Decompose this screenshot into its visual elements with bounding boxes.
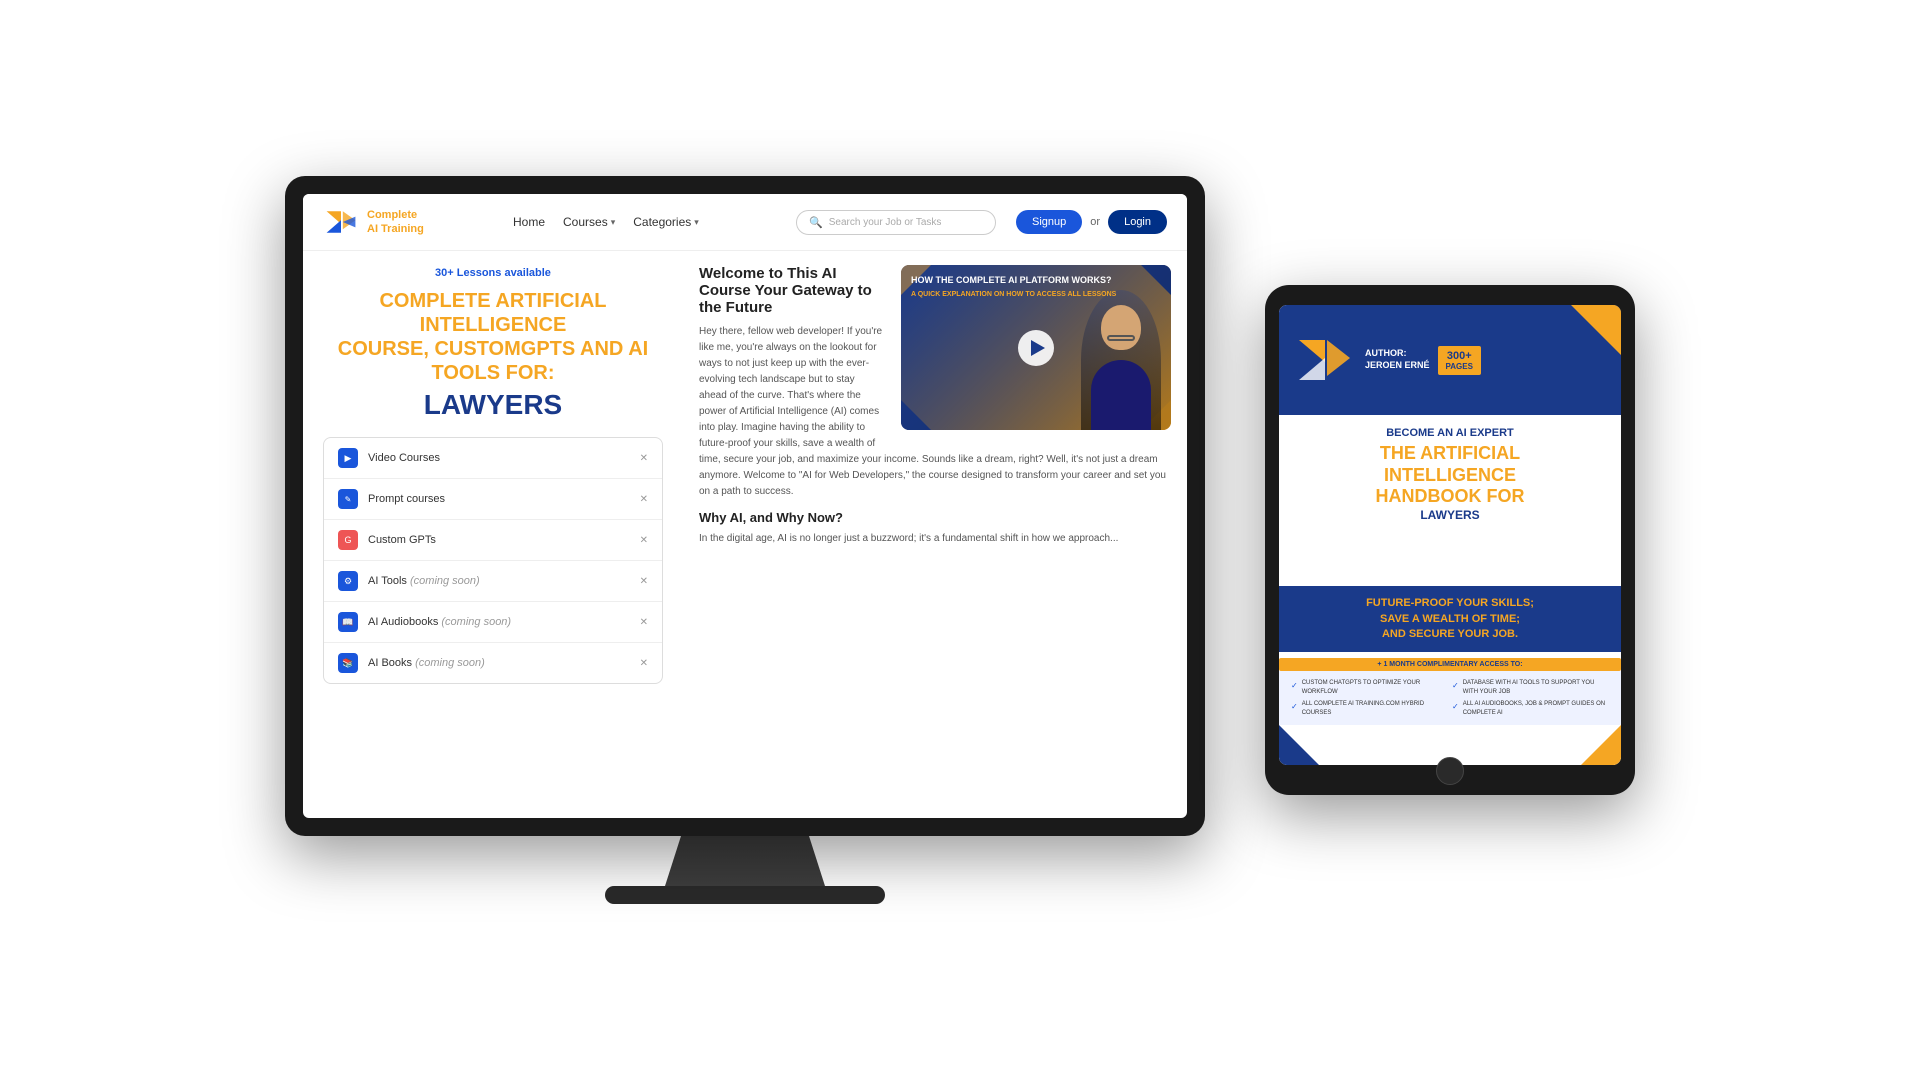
close-icon[interactable]: ✕ (640, 576, 648, 587)
content-heading2: Why AI, and Why Now? (699, 510, 1171, 525)
course-list: ▶ Video Courses ✕ ✎ Prompt courses (323, 437, 663, 684)
video-title: HOW THE COMPLETE AI PLATFORM WORKS? (911, 275, 1116, 287)
monitor-body: Complete AI Training Home Courses ▾ Cate… (285, 176, 1205, 836)
feature-2-text: DATABASE WITH AI TOOLS TO SUPPORT YOU WI… (1463, 679, 1609, 696)
signup-button[interactable]: Signup (1016, 210, 1082, 234)
logo-line1: Complete (367, 208, 424, 222)
video-subtitle: A QUICK EXPLANATION ON HOW TO ACCESS ALL… (911, 290, 1116, 300)
feature-2: ✓ DATABASE WITH AI TOOLS TO SUPPORT YOU … (1452, 679, 1609, 696)
feature-1-text: CUSTOM CHATGPTS TO OPTIMIZE YOUR WORKFLO… (1302, 679, 1448, 696)
hero-title: COMPLETE ARTIFICIAL INTELLIGENCE COURSE,… (323, 289, 663, 385)
ai-tools-label: AI Tools (coming soon) (368, 575, 480, 587)
book-logo-icon (1295, 330, 1355, 390)
feature-4-text: ALL AI AUDIOBOOKS, JOB & PROMPT GUIDES O… (1463, 700, 1609, 717)
tablet-screen: AUTHOR: JEROEN ERNÉ 300+ PAGES BECO (1279, 305, 1621, 765)
check-icon: ✓ (1291, 680, 1298, 691)
categories-chevron-icon: ▾ (694, 217, 699, 228)
book-future-text: FUTURE-PROOF YOUR SKILLS; SAVE A WEALTH … (1295, 596, 1605, 642)
logo-line2: AI Training (367, 222, 424, 236)
nav-courses[interactable]: Courses ▾ (563, 215, 615, 229)
book-orange-badge: + 1 MONTH COMPLIMENTARY ACCESS TO: (1279, 658, 1621, 671)
play-icon (1031, 340, 1045, 356)
nav-links: Home Courses ▾ Categories ▾ (513, 215, 776, 229)
check-icon: ✓ (1452, 701, 1459, 712)
book-cover: AUTHOR: JEROEN ERNÉ 300+ PAGES BECO (1279, 305, 1621, 765)
corner-triangle-left (1279, 725, 1319, 765)
book-bottom-blue: FUTURE-PROOF YOUR SKILLS; SAVE A WEALTH … (1279, 586, 1621, 652)
book-author-box: AUTHOR: JEROEN ERNÉ 300+ PAGES (1365, 346, 1481, 375)
book-author-label: AUTHOR: JEROEN ERNÉ (1365, 348, 1430, 371)
list-item[interactable]: ⚙ AI Tools (coming soon) ✕ (324, 561, 662, 602)
nav-home[interactable]: Home (513, 215, 545, 229)
book-pages-badge: 300+ PAGES (1438, 346, 1481, 375)
logo-text-wrap: Complete AI Training (367, 208, 424, 237)
book-icon: 📚 (338, 653, 358, 673)
feature-4: ✓ ALL AI AUDIOBOOKS, JOB & PROMPT GUIDES… (1452, 700, 1609, 717)
courses-chevron-icon: ▾ (611, 217, 616, 228)
book-features: ✓ CUSTOM CHATGPTS TO OPTIMIZE YOUR WORKF… (1279, 671, 1621, 725)
tablet-wrap: AUTHOR: JEROEN ERNÉ 300+ PAGES BECO (1265, 285, 1635, 795)
or-label: or (1090, 216, 1100, 228)
feature-3-text: ALL COMPLETE AI TRAINING.COM HYBRID COUR… (1302, 700, 1448, 717)
tablet-home-button[interactable] (1436, 757, 1464, 785)
nav-categories[interactable]: Categories ▾ (633, 215, 699, 229)
logo-icon (323, 204, 359, 240)
site-content: 30+ Lessons available COMPLETE ARTIFICIA… (303, 251, 1187, 818)
site-left-panel: 30+ Lessons available COMPLETE ARTIFICIA… (303, 251, 683, 818)
video-thumbnail[interactable]: HOW THE COMPLETE AI PLATFORM WORKS? A QU… (901, 265, 1171, 430)
video-text-overlay: HOW THE COMPLETE AI PLATFORM WORKS? A QU… (911, 275, 1116, 299)
tablet-body: AUTHOR: JEROEN ERNÉ 300+ PAGES BECO (1265, 285, 1635, 795)
close-icon[interactable]: ✕ (640, 494, 648, 505)
monitor-base (605, 886, 885, 904)
site-navbar: Complete AI Training Home Courses ▾ Cate… (303, 194, 1187, 251)
tools-icon: ⚙ (338, 571, 358, 591)
video-icon: ▶ (338, 448, 358, 468)
feature-1: ✓ CUSTOM CHATGPTS TO OPTIMIZE YOUR WORKF… (1291, 679, 1448, 696)
book-middle: BECOME AN AI EXPERT THE ARTIFICIAL INTEL… (1279, 415, 1621, 530)
close-icon[interactable]: ✕ (640, 453, 648, 464)
audiobooks-label: AI Audiobooks (coming soon) (368, 616, 511, 628)
scene: Complete AI Training Home Courses ▾ Cate… (0, 0, 1920, 1080)
play-button[interactable] (1018, 330, 1054, 366)
monitor-wrap: Complete AI Training Home Courses ▾ Cate… (285, 176, 1205, 904)
monitor-stand (665, 836, 825, 886)
check-icon: ✓ (1452, 680, 1459, 691)
list-item[interactable]: G Custom GPTs ✕ (324, 520, 662, 561)
search-placeholder-text: Search your Job or Tasks (829, 217, 942, 228)
book-triangle-corner (1571, 305, 1621, 355)
search-icon: 🔍 (809, 216, 823, 229)
book-become-label: BECOME AN AI EXPERT (1295, 427, 1605, 439)
book-subtitle: LAWYERS (1295, 508, 1605, 522)
login-button[interactable]: Login (1108, 210, 1167, 234)
close-icon[interactable]: ✕ (640, 617, 648, 628)
feature-3: ✓ ALL COMPLETE AI TRAINING.COM HYBRID CO… (1291, 700, 1448, 717)
site-right-panel: HOW THE COMPLETE AI PLATFORM WORKS? A QU… (683, 251, 1187, 818)
audiobook-icon: 📖 (338, 612, 358, 632)
close-icon[interactable]: ✕ (640, 658, 648, 669)
book-main-title: THE ARTIFICIAL INTELLIGENCE HANDBOOK FOR (1295, 443, 1605, 508)
prompt-courses-label: Prompt courses (368, 493, 445, 505)
corner-triangle-right (1581, 725, 1621, 765)
nav-search-box[interactable]: 🔍 Search your Job or Tasks (796, 210, 996, 235)
content-para2: In the digital age, AI is no longer just… (699, 531, 1171, 547)
list-item[interactable]: ▶ Video Courses ✕ (324, 438, 662, 479)
custom-gpts-label: Custom GPTs (368, 534, 436, 546)
close-icon[interactable]: ✕ (640, 535, 648, 546)
video-courses-label: Video Courses (368, 452, 440, 464)
prompt-icon: ✎ (338, 489, 358, 509)
nav-auth: Signup or Login (1016, 210, 1167, 234)
site-logo: Complete AI Training (323, 204, 473, 240)
lessons-badge: 30+ Lessons available (323, 267, 663, 279)
list-item[interactable]: ✎ Prompt courses ✕ (324, 479, 662, 520)
monitor-screen: Complete AI Training Home Courses ▾ Cate… (303, 194, 1187, 818)
hero-subtitle: LAWYERS (323, 389, 663, 421)
check-icon: ✓ (1291, 701, 1298, 712)
book-top: AUTHOR: JEROEN ERNÉ 300+ PAGES (1279, 305, 1621, 415)
list-item[interactable]: 📚 AI Books (coming soon) ✕ (324, 643, 662, 683)
list-item[interactable]: 📖 AI Audiobooks (coming soon) ✕ (324, 602, 662, 643)
gpt-icon: G (338, 530, 358, 550)
ai-books-label: AI Books (coming soon) (368, 657, 485, 669)
